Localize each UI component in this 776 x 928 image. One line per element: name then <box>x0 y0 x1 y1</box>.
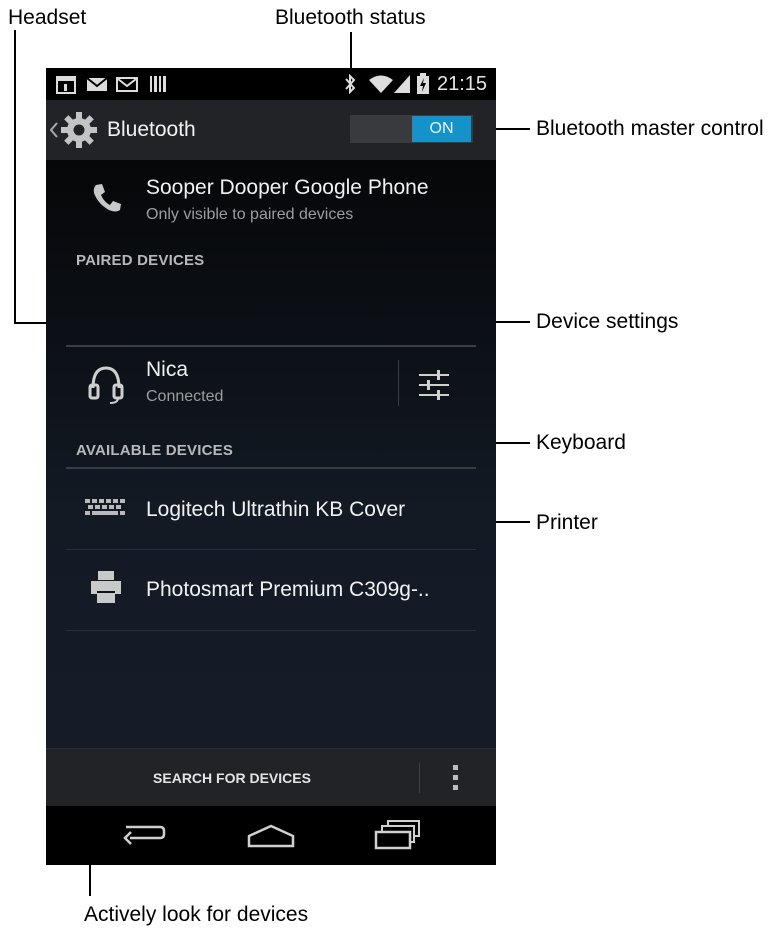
available-device-row[interactable]: Logitech Ultrathin KB Cover <box>46 470 496 548</box>
navigation-bar <box>46 806 496 865</box>
paired-divider <box>66 345 476 347</box>
home-button[interactable] <box>231 814 311 858</box>
available-divider <box>66 467 476 469</box>
recent-apps-button[interactable] <box>356 814 436 858</box>
callout-master-control: Bluetooth master control <box>536 117 764 140</box>
callout-device-settings: Device settings <box>536 310 679 333</box>
toggle-on-thumb: ON <box>412 116 471 142</box>
bluetooth-master-toggle[interactable]: ON <box>350 115 473 143</box>
leader-bt-status <box>350 32 352 72</box>
gmail-icon <box>86 77 108 91</box>
phone-screen: 21:15 Bluetooth ON Sooper Dooper Google … <box>46 68 496 865</box>
printer-device-name: Photosmart Premium C309g-.. <box>146 578 430 601</box>
overflow-menu-button[interactable] <box>436 749 478 807</box>
bluetooth-icon <box>345 74 356 94</box>
barcode-icon <box>150 76 166 92</box>
bottom-action-bar: SEARCH FOR DEVICES <box>46 748 496 806</box>
leader-headset-v <box>14 30 16 324</box>
callout-printer: Printer <box>536 511 598 534</box>
calendar-icon <box>56 76 76 94</box>
this-device-name: Sooper Dooper Google Phone <box>146 176 429 199</box>
callout-search: Actively look for devices <box>84 903 309 926</box>
bottom-separator <box>419 763 420 793</box>
status-bar: 21:15 <box>46 68 496 100</box>
chevron-left-icon <box>50 122 58 138</box>
keyboard-icon <box>85 499 125 515</box>
callout-headset: Headset <box>8 6 87 29</box>
email-icon <box>116 77 138 92</box>
device-settings-button[interactable] <box>406 356 462 412</box>
home-icon <box>247 824 295 848</box>
callout-keyboard: Keyboard <box>536 431 626 454</box>
gear-icon <box>61 112 97 148</box>
sliders-icon <box>419 370 449 400</box>
search-button-label: SEARCH FOR DEVICES <box>153 770 311 786</box>
recent-apps-icon <box>374 820 420 850</box>
back-icon <box>123 825 166 845</box>
paired-device-status: Connected <box>146 388 224 405</box>
row-divider <box>66 630 476 631</box>
back-button[interactable] <box>104 814 184 858</box>
page-title: Bluetooth <box>107 118 196 141</box>
overflow-menu-icon <box>453 765 458 790</box>
paired-device-name: Nica <box>146 358 189 381</box>
available-device-row[interactable]: Photosmart Premium C309g-.. <box>46 550 496 630</box>
signal-icon <box>394 75 410 93</box>
toggle-label: ON <box>429 120 454 137</box>
search-for-devices-button[interactable]: SEARCH FOR DEVICES <box>46 749 418 807</box>
battery-icon <box>417 73 429 94</box>
callout-bluetooth-status: Bluetooth status <box>275 6 426 29</box>
vertical-separator <box>398 360 399 406</box>
status-time: 21:15 <box>437 73 488 95</box>
headset-icon <box>88 366 124 404</box>
printer-icon <box>91 571 121 603</box>
bluetooth-settings-list: Sooper Dooper Google Phone Only visible … <box>46 160 496 748</box>
phone-icon <box>93 184 121 212</box>
action-bar: Bluetooth ON <box>46 100 496 160</box>
paired-devices-header: PAIRED DEVICES <box>76 252 205 269</box>
this-device-visibility: Only visible to paired devices <box>146 206 354 223</box>
keyboard-device-name: Logitech Ultrathin KB Cover <box>146 498 406 521</box>
available-devices-header: AVAILABLE DEVICES <box>76 442 234 459</box>
wifi-icon <box>369 75 393 93</box>
up-navigation[interactable] <box>46 100 106 160</box>
this-device-row[interactable]: Sooper Dooper Google Phone Only visible … <box>46 160 496 248</box>
paired-device-row[interactable]: Nica Connected <box>46 348 396 418</box>
